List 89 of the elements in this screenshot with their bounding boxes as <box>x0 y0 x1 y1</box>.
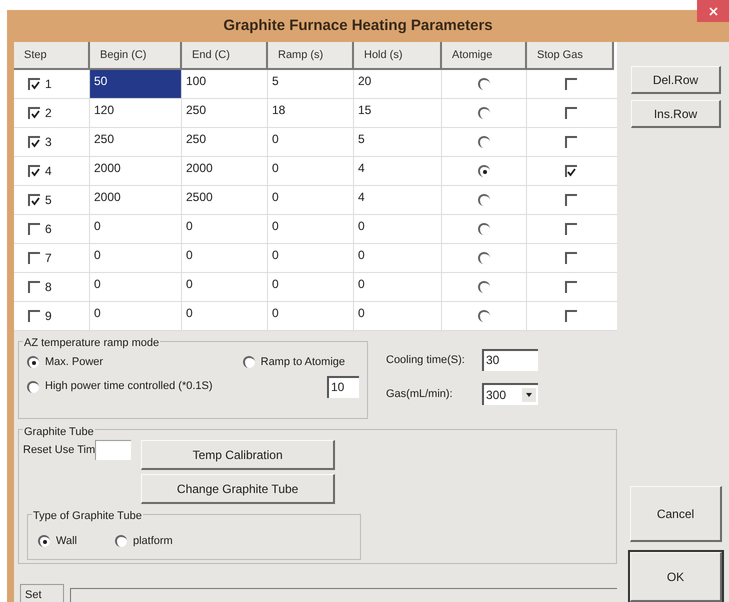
table-cell[interactable]: 2000 <box>90 157 182 185</box>
radio-button[interactable] <box>38 535 50 547</box>
option-label: platform <box>132 534 173 549</box>
table-cell[interactable]: 0 <box>90 302 182 330</box>
table-cell: 0 <box>268 302 354 330</box>
table-cell[interactable]: 0 <box>90 273 182 301</box>
table-cell: 4 <box>354 186 442 214</box>
column-header: Stop Gas <box>527 42 614 70</box>
table-cell: 0 <box>354 244 442 272</box>
option-label: Wall <box>56 534 77 549</box>
option-label: Ramp to Atomige <box>260 355 345 370</box>
table-cell: 0 <box>268 273 354 301</box>
table-cell: 20 <box>354 70 442 98</box>
table-cell-text: 2 <box>45 105 52 122</box>
table-cell: 0 <box>182 302 268 330</box>
column-header: Hold (s) <box>354 42 442 70</box>
table-cell[interactable]: 0 <box>90 244 182 272</box>
checkbox[interactable] <box>28 165 40 177</box>
table-cell-text: 9 <box>45 308 52 325</box>
gas-dropdown[interactable]: 300 <box>482 383 538 405</box>
table-cell: 250 <box>182 128 268 156</box>
table-cell: 0 <box>354 215 442 243</box>
checkbox[interactable] <box>28 107 40 119</box>
group-title: AZ temperature ramp mode <box>23 335 160 352</box>
table-cell-text: 8 <box>45 279 52 296</box>
table-cell-text: 4 <box>45 163 52 180</box>
table-cell: 15 <box>354 99 442 127</box>
tube-button[interactable]: Temp Calibration <box>141 440 336 470</box>
table-cell: 0 <box>268 215 354 243</box>
radio-button[interactable] <box>114 535 127 547</box>
table-cell[interactable]: 2000 <box>90 186 182 214</box>
use-time-field[interactable] <box>95 440 132 460</box>
cooling-time-field[interactable]: 30 <box>482 349 538 371</box>
row-button[interactable]: Ins.Row <box>631 100 721 128</box>
checkbox[interactable] <box>28 194 40 206</box>
ok-button[interactable]: OK <box>630 552 722 602</box>
tube-button[interactable]: Change Graphite Tube <box>141 474 336 504</box>
column-header: Begin (C) <box>90 42 182 70</box>
checkbox[interactable] <box>28 136 40 148</box>
table-cell: 0 <box>182 273 268 301</box>
table-cell[interactable]: 0 <box>90 215 182 243</box>
close-icon <box>708 6 718 16</box>
field-label: Reset Use Tim <box>23 443 96 458</box>
column-header: End (C) <box>182 42 268 70</box>
checkbox[interactable] <box>28 78 40 90</box>
field-label: Cooling time(S): <box>386 352 466 368</box>
radio-button[interactable] <box>242 356 255 368</box>
cancel-button[interactable]: Cancel <box>630 486 722 542</box>
row-button[interactable]: Del.Row <box>631 66 721 94</box>
table-cell: 0 <box>182 215 268 243</box>
table-cell: 18 <box>268 99 354 127</box>
checkbox[interactable] <box>564 165 576 177</box>
table-cell-text: 5 <box>45 192 52 209</box>
table-cell: 0 <box>268 186 354 214</box>
set-tab[interactable]: Set <box>20 584 64 602</box>
table-cell[interactable]: 250 <box>90 128 182 156</box>
radio-button[interactable] <box>27 380 39 392</box>
group-title: Graphite Tube <box>23 424 95 440</box>
close-button[interactable] <box>697 0 729 22</box>
group-title: Type of Graphite Tube <box>32 508 143 524</box>
table-cell[interactable]: 120 <box>90 99 182 127</box>
option-label: High power time controlled (*0.1S) <box>45 379 213 394</box>
table-cell: 5 <box>354 128 442 156</box>
time-field[interactable]: 10 <box>327 376 359 398</box>
table-cell: 5 <box>268 70 354 98</box>
column-header: Ramp (s) <box>268 42 354 70</box>
table-cell: 0 <box>354 273 442 301</box>
option-label: Max. Power <box>45 355 104 370</box>
column-header: Step <box>14 42 90 70</box>
table-cell: 2500 <box>182 186 268 214</box>
table-cell: 0 <box>268 128 354 156</box>
field-label: Gas(mL/min): <box>386 386 454 402</box>
table-cell[interactable]: 50 <box>90 70 182 98</box>
window-title: Graphite Furnace Heating Parameters <box>223 16 493 36</box>
radio-button[interactable] <box>478 165 490 177</box>
table-cell: 250 <box>182 99 268 127</box>
table-cell: 0 <box>354 302 442 330</box>
table-cell: 0 <box>268 157 354 185</box>
table-cell-text: 7 <box>45 250 52 267</box>
table-cell: 4 <box>354 157 442 185</box>
column-header: Atomige <box>442 42 527 70</box>
table-cell-text: 3 <box>45 134 52 151</box>
radio-button[interactable] <box>27 356 39 368</box>
table-cell: 2000 <box>182 157 268 185</box>
table-cell: 0 <box>182 244 268 272</box>
table-cell: 100 <box>182 70 268 98</box>
table-cell-text: 6 <box>45 221 52 238</box>
table-cell-text: 1 <box>45 76 52 93</box>
table-cell: 0 <box>268 244 354 272</box>
